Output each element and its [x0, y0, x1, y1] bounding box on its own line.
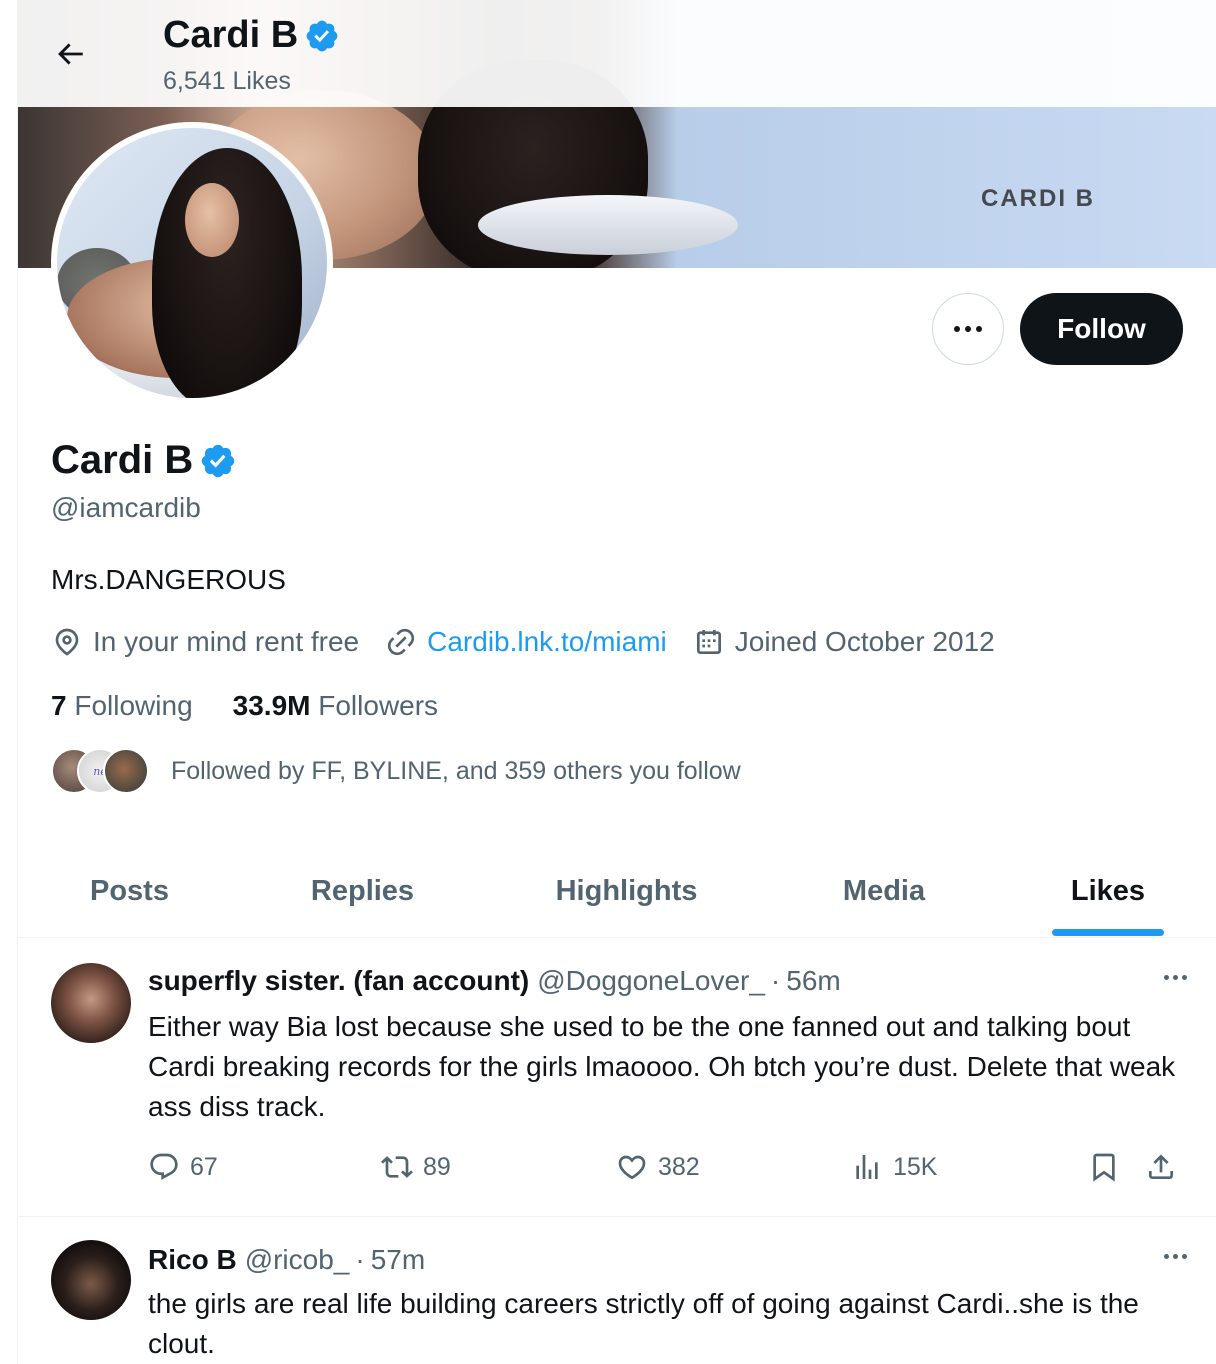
tweet-text: Either way Bia lost because she used to … — [148, 1011, 1176, 1122]
more-icon[interactable] — [1164, 1254, 1187, 1259]
following-stat[interactable]: 7 Following — [51, 690, 193, 722]
followed-by-text: Followed by FF, BYLINE, and 359 others y… — [171, 756, 741, 785]
header-name-row: Cardi B — [163, 14, 340, 57]
tweet[interactable]: superfly sister. (fan account) @DoggoneL… — [18, 939, 1216, 1217]
follow-button[interactable]: Follow — [1020, 293, 1183, 365]
profile-meta: In your mind rent free Cardib.lnk.to/mia… — [51, 626, 1021, 658]
profile-stats: 7 Following 33.9M Followers — [51, 690, 478, 722]
tweet[interactable]: Rico B @ricob_ · 57m the girls are real … — [18, 1218, 1216, 1364]
followers-stat[interactable]: 33.9M Followers — [233, 690, 438, 722]
arrow-left-icon — [58, 43, 83, 65]
website-link[interactable]: Cardib.lnk.to/miami — [427, 626, 667, 658]
display-name: Cardi B — [51, 438, 194, 482]
avatar[interactable] — [51, 963, 131, 1043]
banner-text: CARDI B — [981, 185, 1095, 212]
share-button[interactable] — [1145, 1151, 1177, 1183]
repost-count: 89 — [423, 1152, 451, 1181]
profile-name-row: Cardi B — [51, 438, 237, 483]
profile-bio: Mrs.DANGEROUS — [51, 564, 286, 595]
views-button[interactable]: 15K — [851, 1151, 937, 1183]
tab-posts[interactable]: Posts — [18, 845, 241, 938]
repost-icon — [381, 1156, 413, 1178]
share-icon — [1149, 1154, 1173, 1179]
tab-media[interactable]: Media — [769, 845, 999, 938]
location-text: In your mind rent free — [93, 626, 360, 657]
more-options-button[interactable] — [932, 293, 1004, 365]
calendar-icon — [696, 630, 721, 654]
more-icon — [954, 326, 982, 332]
more-icon[interactable] — [1164, 975, 1187, 980]
followed-by-row[interactable]: ne Followed by FF, BYLINE, and 359 other… — [51, 748, 741, 794]
profile-handle: @iamcardib — [51, 492, 201, 523]
followed-by-avatars: ne — [51, 748, 151, 794]
heart-icon — [618, 1155, 646, 1180]
profile-page: CARDI B Cardi B 6,541 Likes Follow Cardi… — [17, 0, 1216, 1364]
reply-icon — [150, 1153, 178, 1180]
views-count: 15K — [893, 1152, 938, 1181]
active-tab-indicator — [1052, 929, 1164, 936]
tweet-author-handle[interactable]: @DoggoneLover_ — [537, 965, 765, 997]
tweet-timestamp[interactable]: 57m — [371, 1244, 425, 1276]
tab-highlights[interactable]: Highlights — [484, 845, 769, 938]
tweet-actions: 67 89 382 15K — [148, 1151, 1188, 1191]
tweet-header: Rico B @ricob_ · 57m — [148, 1244, 425, 1276]
analytics-icon — [856, 1155, 878, 1179]
bookmark-icon — [1093, 1153, 1115, 1182]
location-pin-icon — [55, 628, 79, 656]
like-count: 382 — [658, 1152, 700, 1181]
profile-website[interactable]: Cardib.lnk.to/miami — [385, 626, 667, 658]
tweet-separator: · — [770, 965, 781, 996]
header-name: Cardi B — [163, 14, 299, 56]
tweet-author-name[interactable]: Rico B — [148, 1244, 237, 1276]
profile-joined: Joined October 2012 — [693, 626, 995, 658]
reply-count: 67 — [190, 1152, 218, 1181]
tweet-separator: · — [355, 1244, 365, 1275]
avatar[interactable] — [51, 1240, 131, 1320]
link-icon — [388, 628, 415, 656]
tweet-author-handle[interactable]: @ricob_ — [245, 1244, 350, 1276]
reply-button[interactable]: 67 — [148, 1151, 218, 1183]
back-button[interactable] — [46, 30, 94, 78]
tweet-author-name[interactable]: superfly sister. (fan account) — [148, 965, 529, 997]
avatar — [103, 748, 149, 794]
banner-art-platform — [478, 195, 738, 255]
verified-badge-icon[interactable] — [199, 442, 237, 480]
profile-tabs: Posts Replies Highlights Media Likes — [18, 845, 1216, 938]
tab-replies[interactable]: Replies — [241, 845, 484, 938]
profile-location: In your mind rent free — [51, 626, 359, 658]
like-button[interactable]: 382 — [616, 1151, 700, 1183]
top-header: Cardi B 6,541 Likes — [18, 0, 1216, 107]
tweet-text: the girls are real life building careers… — [148, 1288, 1139, 1359]
tab-likes[interactable]: Likes — [999, 845, 1216, 938]
header-likes-count: 6,541 Likes — [163, 67, 291, 95]
verified-badge-icon — [306, 20, 338, 51]
repost-button[interactable]: 89 — [381, 1151, 451, 1183]
joined-text: Joined October 2012 — [734, 626, 995, 657]
profile-avatar[interactable] — [51, 122, 333, 404]
tweet-header: superfly sister. (fan account) @DoggoneL… — [148, 965, 841, 997]
tweet-timestamp[interactable]: 56m — [786, 965, 840, 997]
bookmark-button[interactable] — [1088, 1151, 1120, 1183]
